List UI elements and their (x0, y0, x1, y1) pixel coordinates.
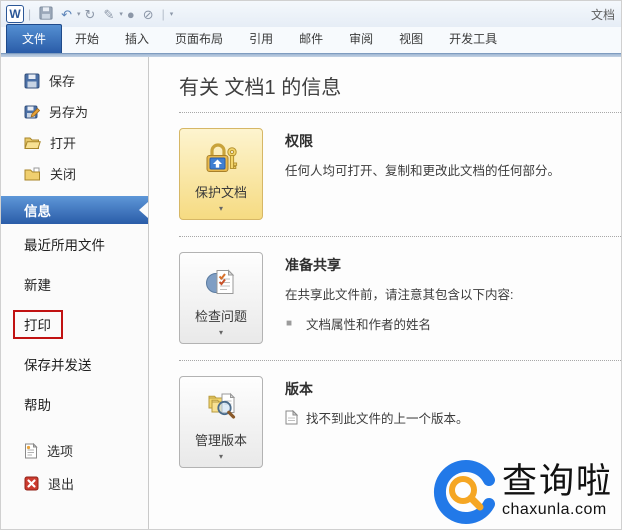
sidebar-item-open[interactable]: 打开 (1, 127, 148, 158)
sidebar-item-label: 选项 (47, 444, 74, 459)
prepare-sharing-section: 检查问题 ▾ 准备共享 在共享此文件前，请注意其包含以下内容: ■ 文档属性和作… (179, 237, 621, 361)
sharing-concern-item: ■ 文档属性和作者的姓名 (285, 314, 513, 333)
sidebar-item-info-selected[interactable]: 信息 (1, 196, 148, 224)
sidebar-item-close[interactable]: 关闭 (1, 158, 148, 189)
tab-developer[interactable]: 开发工具 (436, 25, 510, 53)
button-label: 检查问题 (194, 309, 247, 324)
options-icon (25, 442, 38, 458)
backstage-info-panel: 有关 文档1 的信息 保护文档 ▾ 权限 任何人均可打开、复制和更改此文档的任何… (149, 57, 621, 529)
sidebar-item-save[interactable]: 保存 (1, 65, 148, 96)
tab-page-layout[interactable]: 页面布局 (162, 25, 236, 53)
word-logo-icon[interactable]: W (6, 5, 24, 23)
sidebar-item-print[interactable]: 打印 (1, 304, 148, 344)
tab-home[interactable]: 开始 (62, 25, 112, 53)
close-folder-icon (24, 167, 40, 180)
open-folder-icon (24, 137, 41, 149)
globe-icon[interactable]: ● (127, 8, 135, 21)
customize-qat-icon[interactable]: ▾ (170, 10, 174, 18)
sidebar-item-label: 打印 (24, 318, 51, 333)
check-for-issues-button[interactable]: 检查问题 ▾ (179, 252, 263, 344)
dropdown-arrow-icon: ▾ (218, 204, 223, 213)
title-bar: W | ↶ ▾ ↻ ✎ ▾ ● ⊘ | ▾ 文档 (1, 1, 621, 27)
prepare-sharing-description: 在共享此文件前，请注意其包含以下内容: (285, 288, 514, 302)
dropdown-arrow-icon: ▾ (218, 328, 223, 337)
button-label: 保护文档 (194, 185, 247, 200)
sidebar-item-label: 另存为 (49, 105, 89, 120)
document-icon (285, 410, 298, 425)
check-issues-icon (203, 264, 239, 303)
chaxunla-watermark: 查询啦 chaxunla.com (432, 459, 613, 525)
sidebar-item-label: 退出 (48, 477, 75, 492)
dropdown-arrow-icon: ▾ (218, 452, 223, 461)
tab-review[interactable]: 审阅 (336, 25, 386, 53)
word-backstage-window: W | ↶ ▾ ↻ ✎ ▾ ● ⊘ | ▾ 文档 文件 开始 插入 页面布局 引用 … (0, 0, 622, 530)
sidebar-item-label: 打开 (50, 136, 77, 151)
sidebar-item-help[interactable]: 帮助 (1, 384, 148, 424)
versions-heading: 版本 (285, 381, 313, 397)
permissions-heading: 权限 (285, 133, 313, 149)
watermark-domain: chaxunla.com (501, 501, 607, 518)
print-highlight-box: 打印 (13, 310, 63, 339)
tab-references[interactable]: 引用 (236, 25, 286, 53)
sharing-concern-text: 文档属性和作者的姓名 (306, 318, 432, 332)
draw-dropdown-icon[interactable]: ▾ (119, 10, 123, 18)
sidebar-item-save-as[interactable]: 另存为 (1, 96, 148, 127)
tab-view[interactable]: 视图 (386, 25, 436, 53)
version-status-text: 找不到此文件的上一个版本。 (306, 412, 469, 426)
version-status-row: 找不到此文件的上一个版本。 (285, 408, 469, 427)
watermark-brand: 查询啦 (501, 462, 613, 502)
chaxunla-logo-icon (434, 460, 495, 524)
tab-insert[interactable]: 插入 (112, 25, 162, 53)
manage-versions-button[interactable]: 管理版本 ▾ (179, 376, 263, 468)
button-label: 管理版本 (194, 433, 247, 448)
sidebar-item-options[interactable]: 选项 (1, 434, 148, 467)
lock-key-icon (202, 140, 240, 179)
sidebar-item-exit[interactable]: 退出 (1, 467, 148, 500)
bullet-icon: ■ (286, 318, 293, 329)
sidebar-item-recent[interactable]: 最近所用文件 (1, 224, 148, 264)
save-as-icon (24, 105, 40, 118)
no-draw-icon[interactable]: ⊘ (143, 8, 154, 21)
window-title: 文档 (590, 7, 615, 22)
tab-file[interactable]: 文件 (6, 24, 63, 53)
sidebar-item-save-and-send[interactable]: 保存并发送 (1, 344, 148, 384)
sidebar-item-label: 信息 (24, 204, 51, 219)
save-icon[interactable] (39, 6, 53, 22)
sidebar-item-label: 关闭 (50, 167, 77, 182)
tab-mailings[interactable]: 邮件 (286, 25, 336, 53)
permissions-section: 保护文档 ▾ 权限 任何人均可打开、复制和更改此文档的任何部分。 (179, 113, 621, 237)
page-title: 有关 文档1 的信息 (179, 71, 621, 113)
backstage-sidebar: 保存 另存为 打开 关闭 信息 最近所用文件 新建 打印 保存并发送 帮助 选项… (1, 57, 149, 529)
sidebar-item-label: 保存 (49, 74, 76, 89)
separator: | (161, 7, 165, 21)
undo-dropdown-icon[interactable]: ▾ (77, 10, 81, 18)
save-icon (24, 73, 40, 88)
sidebar-item-new[interactable]: 新建 (1, 264, 148, 304)
draw-icon[interactable]: ✎ (103, 8, 114, 21)
prepare-sharing-heading: 准备共享 (285, 257, 341, 273)
exit-icon (24, 476, 39, 491)
redo-icon[interactable]: ↻ (85, 8, 96, 21)
undo-icon[interactable]: ↶ (61, 8, 72, 21)
protect-document-button[interactable]: 保护文档 ▾ (179, 128, 263, 220)
separator: | (28, 7, 32, 21)
permissions-description: 任何人均可打开、复制和更改此文档的任何部分。 (285, 164, 561, 178)
ribbon-tab-row: 文件 开始 插入 页面布局 引用 邮件 审阅 视图 开发工具 (1, 24, 621, 53)
manage-versions-icon (203, 388, 239, 427)
